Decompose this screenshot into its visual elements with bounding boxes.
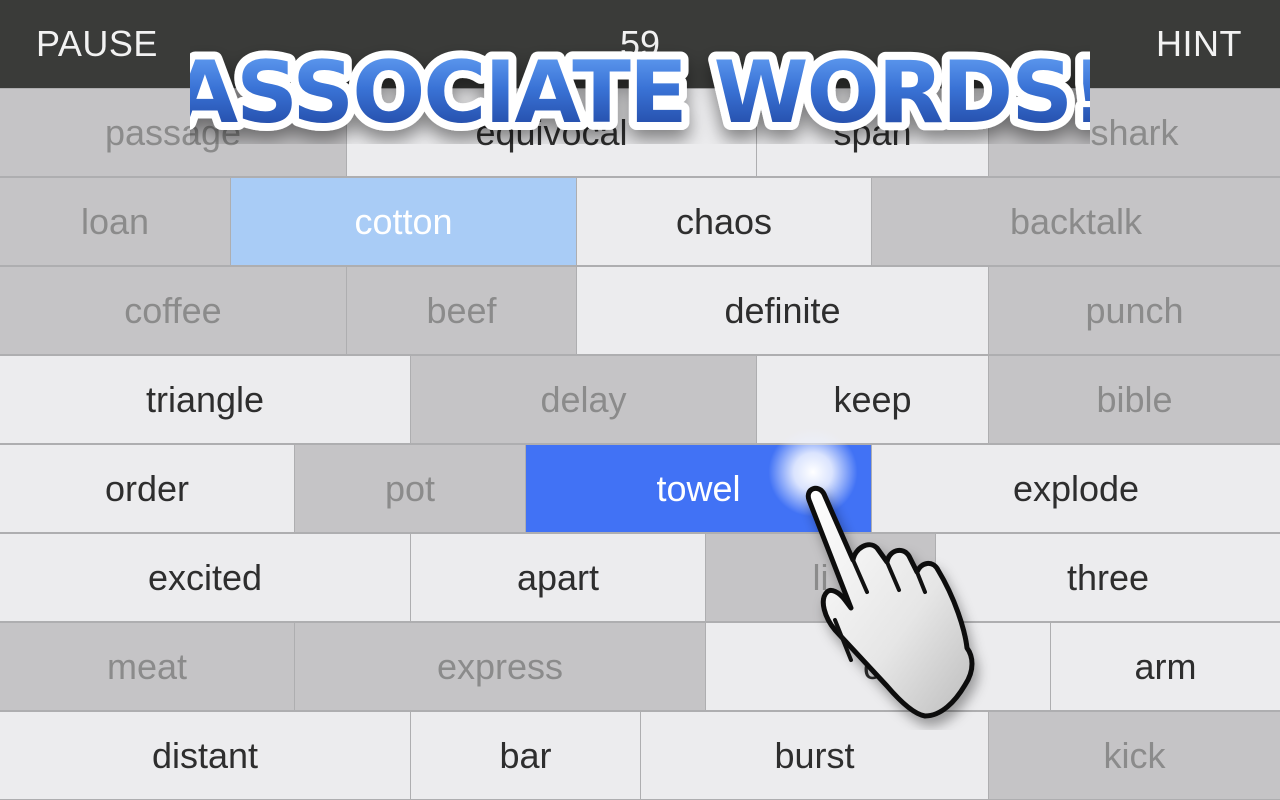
grid-row: order pot towel explode [0,444,1280,533]
word-label: passage [104,111,242,153]
word-label: keep [833,378,912,420]
word-tile-pot[interactable]: pot [295,445,525,532]
word-label: backtalk [1009,200,1143,242]
word-tile-meat[interactable]: meat [0,623,294,710]
grid-row: loan cotton chaos backtalk [0,177,1280,266]
word-label: order [104,467,190,509]
word-label: burst [774,734,855,776]
word-tile-li[interactable]: li [706,534,935,621]
word-label: span [833,111,912,153]
word-grid: passage equivocal span shark loan cotton chaos… [0,88,1280,800]
word-tile-cotton[interactable]: cotton [231,178,576,265]
grid-row: passage equivocal span shark [0,88,1280,177]
word-tile-punch[interactable]: punch [989,267,1280,354]
word-tile-bar[interactable]: bar [411,712,640,799]
word-label: shark [1090,111,1179,153]
word-tile-triangle[interactable]: triangle [0,356,410,443]
grid-row: meat express cr arm [0,622,1280,711]
word-label: express [436,645,564,687]
word-tile-excited[interactable]: excited [0,534,410,621]
word-tile-arm[interactable]: arm [1051,623,1280,710]
pause-button[interactable]: PAUSE [36,0,158,88]
word-label: bar [499,734,552,776]
word-label: chaos [675,200,773,242]
word-label: li [812,556,829,598]
countdown-timer: 59 [619,23,661,64]
word-label: coffee [124,289,222,331]
word-tile-shark[interactable]: shark [989,89,1280,176]
word-tile-three[interactable]: three [936,534,1280,621]
word-label: triangle [145,378,265,420]
grid-row: distant bar burst kick [0,711,1280,800]
word-tile-cr[interactable]: cr [706,623,1050,710]
word-tile-towel[interactable]: towel [526,445,871,532]
word-label: equivocal [475,111,628,153]
word-label: pot [384,467,436,509]
word-label: arm [1134,645,1197,687]
word-tile-coffee[interactable]: coffee [0,267,346,354]
word-label: towel [656,467,741,509]
word-label: distant [151,734,259,776]
word-tile-order[interactable]: order [0,445,294,532]
word-tile-burst[interactable]: burst [641,712,988,799]
word-label: explode [1012,467,1140,509]
word-label: punch [1085,289,1184,331]
top-bar: PAUSE 59 HINT [0,0,1280,88]
word-tile-distant[interactable]: distant [0,712,410,799]
word-label: meat [106,645,188,687]
word-tile-backtalk[interactable]: backtalk [872,178,1280,265]
word-tile-kick[interactable]: kick [989,712,1280,799]
word-tile-apart[interactable]: apart [411,534,705,621]
word-tile-explode[interactable]: explode [872,445,1280,532]
word-label: excited [147,556,263,598]
grid-row: coffee beef definite punch [0,266,1280,355]
word-label: delay [540,378,627,420]
grid-row: excited apart li three [0,533,1280,622]
hint-button[interactable]: HINT [1156,0,1242,88]
word-tile-bible[interactable]: bible [989,356,1280,443]
word-label: definite [724,289,841,331]
grid-row: triangle delay keep bible [0,355,1280,444]
word-tile-definite[interactable]: definite [577,267,988,354]
word-label: three [1066,556,1150,598]
word-label: beef [426,289,497,331]
word-label: cotton [354,200,453,242]
word-label: loan [80,200,150,242]
word-label: cr [863,645,893,687]
word-tile-keep[interactable]: keep [757,356,988,443]
word-tile-express[interactable]: express [295,623,705,710]
word-label: kick [1103,734,1166,776]
word-label: apart [516,556,600,598]
word-tile-delay[interactable]: delay [411,356,756,443]
word-tile-passage[interactable]: passage [0,89,346,176]
word-tile-span[interactable]: span [757,89,988,176]
word-label: bible [1096,378,1173,420]
word-tile-loan[interactable]: loan [0,178,230,265]
word-tile-beef[interactable]: beef [347,267,576,354]
word-tile-equivocal[interactable]: equivocal [347,89,756,176]
word-tile-chaos[interactable]: chaos [577,178,871,265]
